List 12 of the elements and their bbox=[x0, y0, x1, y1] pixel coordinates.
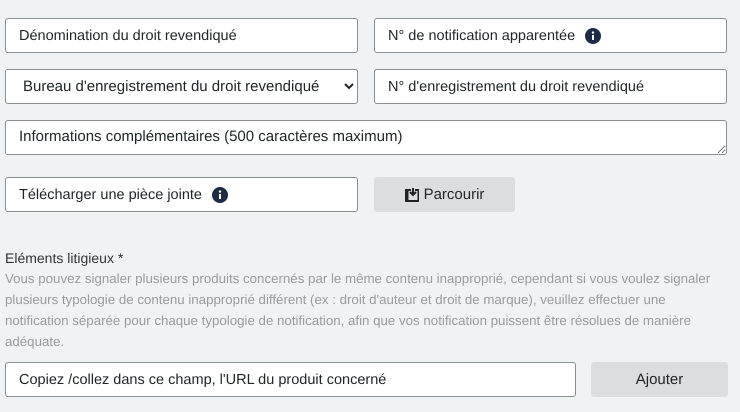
registry-office-select[interactable]: Bureau d'enregistrement du droit revendiqué bbox=[5, 69, 358, 104]
upload-file-icon bbox=[404, 186, 421, 202]
add-button[interactable]: Ajouter bbox=[591, 362, 728, 397]
info-icon[interactable] bbox=[212, 186, 228, 202]
browse-button[interactable]: Parcourir bbox=[374, 177, 515, 212]
input-field[interactable]: N° d'enregistrement du droit revendiqué bbox=[374, 69, 727, 104]
url-input-field[interactable]: Copiez /collez dans ce champ, l'URL du produit concerné bbox=[5, 362, 576, 397]
input-field[interactable]: Dénomination du droit revendiqué bbox=[5, 18, 358, 53]
info-icon[interactable] bbox=[585, 28, 602, 44]
additional-info-field[interactable]: Informations complémentaires (500 caractères maximum) bbox=[5, 120, 727, 155]
section-label: Eléments litigieux * bbox=[5, 250, 124, 266]
help-text: Vous pouvez signaler plusieurs produits concernés par le même contenu inapproprié, cependant si vous voulez signaler plusieurs typologie de contenu inapproprié différent (ex : droit d'auteur et droit de marque), veuillez effectuer une notification séparée pour chaque typologie de notification, afin que vos notification puissent être résolues de manière adéquate. bbox=[5, 270, 712, 351]
